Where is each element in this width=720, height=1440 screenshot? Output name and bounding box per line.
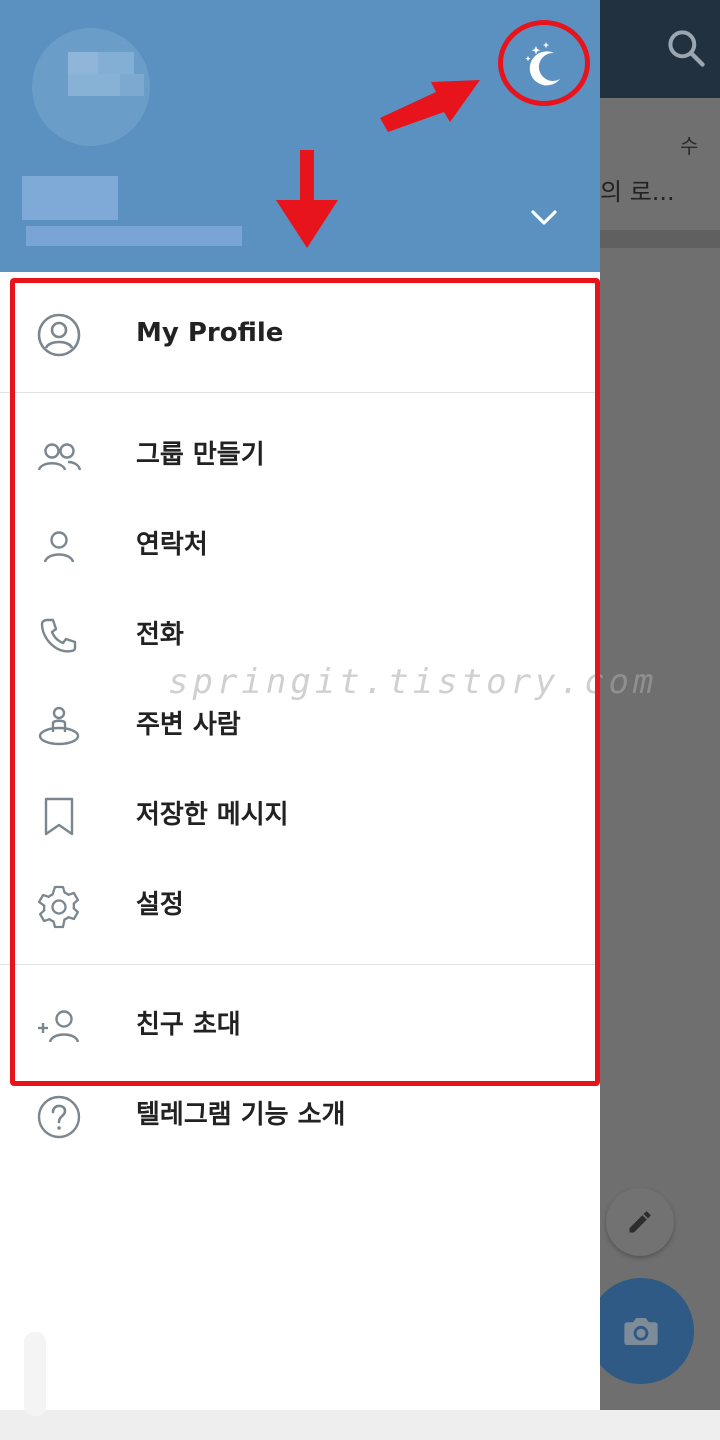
scroll-indicator xyxy=(24,1332,46,1416)
arrow-up-right-annotation xyxy=(380,80,480,132)
camera-button[interactable] xyxy=(588,1278,694,1384)
background-separator xyxy=(600,230,720,248)
chevron-down-icon[interactable] xyxy=(526,200,562,236)
chat-preview: 의 로... xyxy=(600,178,675,206)
help-icon xyxy=(37,1095,81,1139)
avatar[interactable] xyxy=(32,28,150,146)
account-phone xyxy=(26,226,242,246)
highlight-circle xyxy=(498,20,590,106)
background-chat-row[interactable] xyxy=(600,98,720,230)
pencil-icon xyxy=(629,1211,651,1233)
chat-time: 수 xyxy=(680,134,699,158)
camera-icon xyxy=(624,1318,658,1345)
system-navigation-bar xyxy=(0,1410,720,1440)
compose-button[interactable] xyxy=(606,1188,674,1256)
arrow-down-annotation xyxy=(276,150,338,248)
highlight-box xyxy=(10,278,600,1086)
search-icon[interactable] xyxy=(664,26,708,70)
account-name xyxy=(22,176,118,220)
